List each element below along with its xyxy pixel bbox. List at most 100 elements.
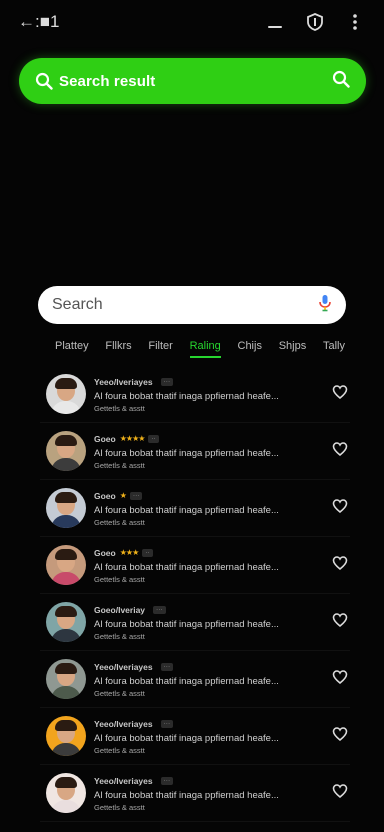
more-vertical-icon xyxy=(353,14,357,30)
status-badge: ··· xyxy=(160,719,174,728)
list-item-subtitle: Gettetls & asstt xyxy=(94,631,145,641)
avatar xyxy=(46,716,86,756)
heart-icon xyxy=(332,783,348,798)
search-icon xyxy=(332,70,350,88)
tab-shjps[interactable]: Shjps xyxy=(279,340,307,356)
status-badge: ··· xyxy=(129,491,143,500)
search-bar xyxy=(38,286,346,324)
avatar xyxy=(46,602,86,642)
list-item-name: Goeo xyxy=(94,547,116,558)
rating-stars: ★★★★ xyxy=(119,434,146,443)
tab-plattey[interactable]: Plattey xyxy=(55,340,89,356)
favorite-button[interactable] xyxy=(332,612,350,633)
tab-chijs[interactable]: Chijs xyxy=(238,340,262,356)
list-item-description: Al foura bobat thatif inaga ppfiernad he… xyxy=(94,504,279,516)
shield-button[interactable] xyxy=(304,11,326,33)
list-item-description: Al foura bobat thatif inaga ppfiernad he… xyxy=(94,561,279,573)
list-item[interactable]: Yeeo/Iveriayes ··· Al foura bobat thatif… xyxy=(40,651,350,708)
list-item-text: Yeeo/Iveriayes ··· Al foura bobat thatif… xyxy=(94,718,332,755)
favorite-button[interactable] xyxy=(332,441,350,462)
list-item-text: Yeeo/Iveriayes ··· Al foura bobat thatif… xyxy=(94,775,332,812)
status-badge: ·· xyxy=(148,434,159,443)
heart-icon xyxy=(332,726,348,741)
list-item-subtitle: Gettetls & asstt xyxy=(94,574,145,584)
list-item-name: Yeeo/Iveriayes xyxy=(94,718,153,729)
favorite-button[interactable] xyxy=(332,498,350,519)
list-item-description: Al foura bobat thatif inaga ppfiernad he… xyxy=(94,447,279,459)
heart-icon xyxy=(332,669,348,684)
favorite-button[interactable] xyxy=(332,783,350,804)
list-item-text: Yeeo/Iveriayes ··· Al foura bobat thatif… xyxy=(94,661,332,698)
avatar xyxy=(46,773,86,813)
avatar xyxy=(46,431,86,471)
back-button[interactable]: ←:■1 xyxy=(18,12,59,32)
heart-icon xyxy=(332,384,348,399)
list-item-subtitle: Gettetls & asstt xyxy=(94,517,145,527)
heart-icon xyxy=(332,555,348,570)
list-item[interactable]: Goeo/Iveriay ··· Al foura bobat thatif i… xyxy=(40,594,350,651)
list-item-name: Yeeo/Iveriayes xyxy=(94,775,153,786)
list-item-text: Goeo/Iveriay ··· Al foura bobat thatif i… xyxy=(94,604,332,641)
favorite-button[interactable] xyxy=(332,726,350,747)
status-badge: ··· xyxy=(153,605,166,614)
list-item-description: Al foura bobat thatif inaga ppfiernad he… xyxy=(94,789,279,801)
list-item-subtitle: Gettetls & asstt xyxy=(94,802,145,812)
search-input[interactable] xyxy=(52,296,318,314)
avatar xyxy=(46,545,86,585)
more-button[interactable] xyxy=(344,11,366,33)
list-item-subtitle: Gettetls & asstt xyxy=(94,688,145,698)
list-item-description: Al foura bobat thatif inaga ppfiernad he… xyxy=(94,675,279,687)
shield-icon xyxy=(307,13,323,31)
list-item-subtitle: Gettetls & asstt xyxy=(94,403,145,413)
status-badge: ··· xyxy=(160,377,174,386)
list-item[interactable]: Goeo ★★★★ ·· Al foura bobat thatif inaga… xyxy=(40,423,350,480)
list-item-text: Goeo ★★★ ·· Al foura bobat thatif inaga … xyxy=(94,547,332,584)
list-item[interactable]: Goeo ★★★ ·· Al foura bobat thatif inaga … xyxy=(40,537,350,594)
list-item-name: Yeeo/Iveriayes xyxy=(94,376,153,387)
tab-raling[interactable]: Raling xyxy=(189,340,221,358)
heart-icon xyxy=(332,498,348,513)
status-badge: ·· xyxy=(142,548,153,557)
tab-tally[interactable]: Tally xyxy=(323,340,345,356)
back-label: ←:■1 xyxy=(18,12,60,31)
top-app-bar: ←:■1 xyxy=(0,0,384,44)
list-item-text: Goeo ★ ··· Al foura bobat thatif inaga p… xyxy=(94,490,332,527)
search-submit-button[interactable] xyxy=(332,70,350,93)
status-badge: ··· xyxy=(160,662,174,671)
list-item[interactable]: Yeeo/Iveriayes ··· Al foura bobat thatif… xyxy=(40,366,350,423)
list-item-description: Al foura bobat thatif inaga ppfiernad he… xyxy=(94,732,279,744)
list-item-name: Yeeo/Iveriayes xyxy=(94,661,153,672)
status-badge: ··· xyxy=(160,776,174,785)
microphone-icon xyxy=(319,294,331,311)
avatar xyxy=(46,488,86,528)
list-item[interactable]: Yeeo/Iveriayes ··· Al foura bobat thatif… xyxy=(40,708,350,765)
favorite-button[interactable] xyxy=(332,555,350,576)
list-item-subtitle: Gettetls & asstt xyxy=(94,460,145,470)
tab-filter[interactable]: Filter xyxy=(148,340,172,356)
list-item[interactable]: Goeo ★ ··· Al foura bobat thatif inaga p… xyxy=(40,480,350,537)
voice-search-button[interactable] xyxy=(318,294,332,317)
heart-icon xyxy=(332,612,348,627)
filter-tabs: Plattey Fllkrs Filter Raling Chijs Shjps… xyxy=(55,340,345,364)
list-item[interactable]: Yeeo/Iveriayes ··· Al foura bobat thatif… xyxy=(40,765,350,822)
search-result-label: Search result xyxy=(59,72,156,90)
heart-icon xyxy=(332,441,348,456)
search-result-bar[interactable]: Search result xyxy=(19,58,366,104)
minimize-button[interactable] xyxy=(264,11,286,33)
list-item-name: Goeo/Iveriay xyxy=(94,604,146,615)
list-item-text: Goeo ★★★★ ·· Al foura bobat thatif inaga… xyxy=(94,433,332,470)
rating-stars: ★ xyxy=(119,491,127,500)
result-list: Yeeo/Iveriayes ··· Al foura bobat thatif… xyxy=(40,366,350,822)
list-item-name: Goeo xyxy=(94,490,116,501)
list-item-description: Al foura bobat thatif inaga ppfiernad he… xyxy=(94,618,279,630)
list-item-name: Goeo xyxy=(94,433,116,444)
avatar xyxy=(46,659,86,699)
list-item-subtitle: Gettetls & asstt xyxy=(94,745,145,755)
favorite-button[interactable] xyxy=(332,669,350,690)
avatar xyxy=(46,374,86,414)
search-icon xyxy=(35,72,53,90)
favorite-button[interactable] xyxy=(332,384,350,405)
rating-stars: ★★★ xyxy=(119,548,139,557)
minimize-icon xyxy=(268,26,282,28)
tab-fllkrs[interactable]: Fllkrs xyxy=(105,340,131,356)
